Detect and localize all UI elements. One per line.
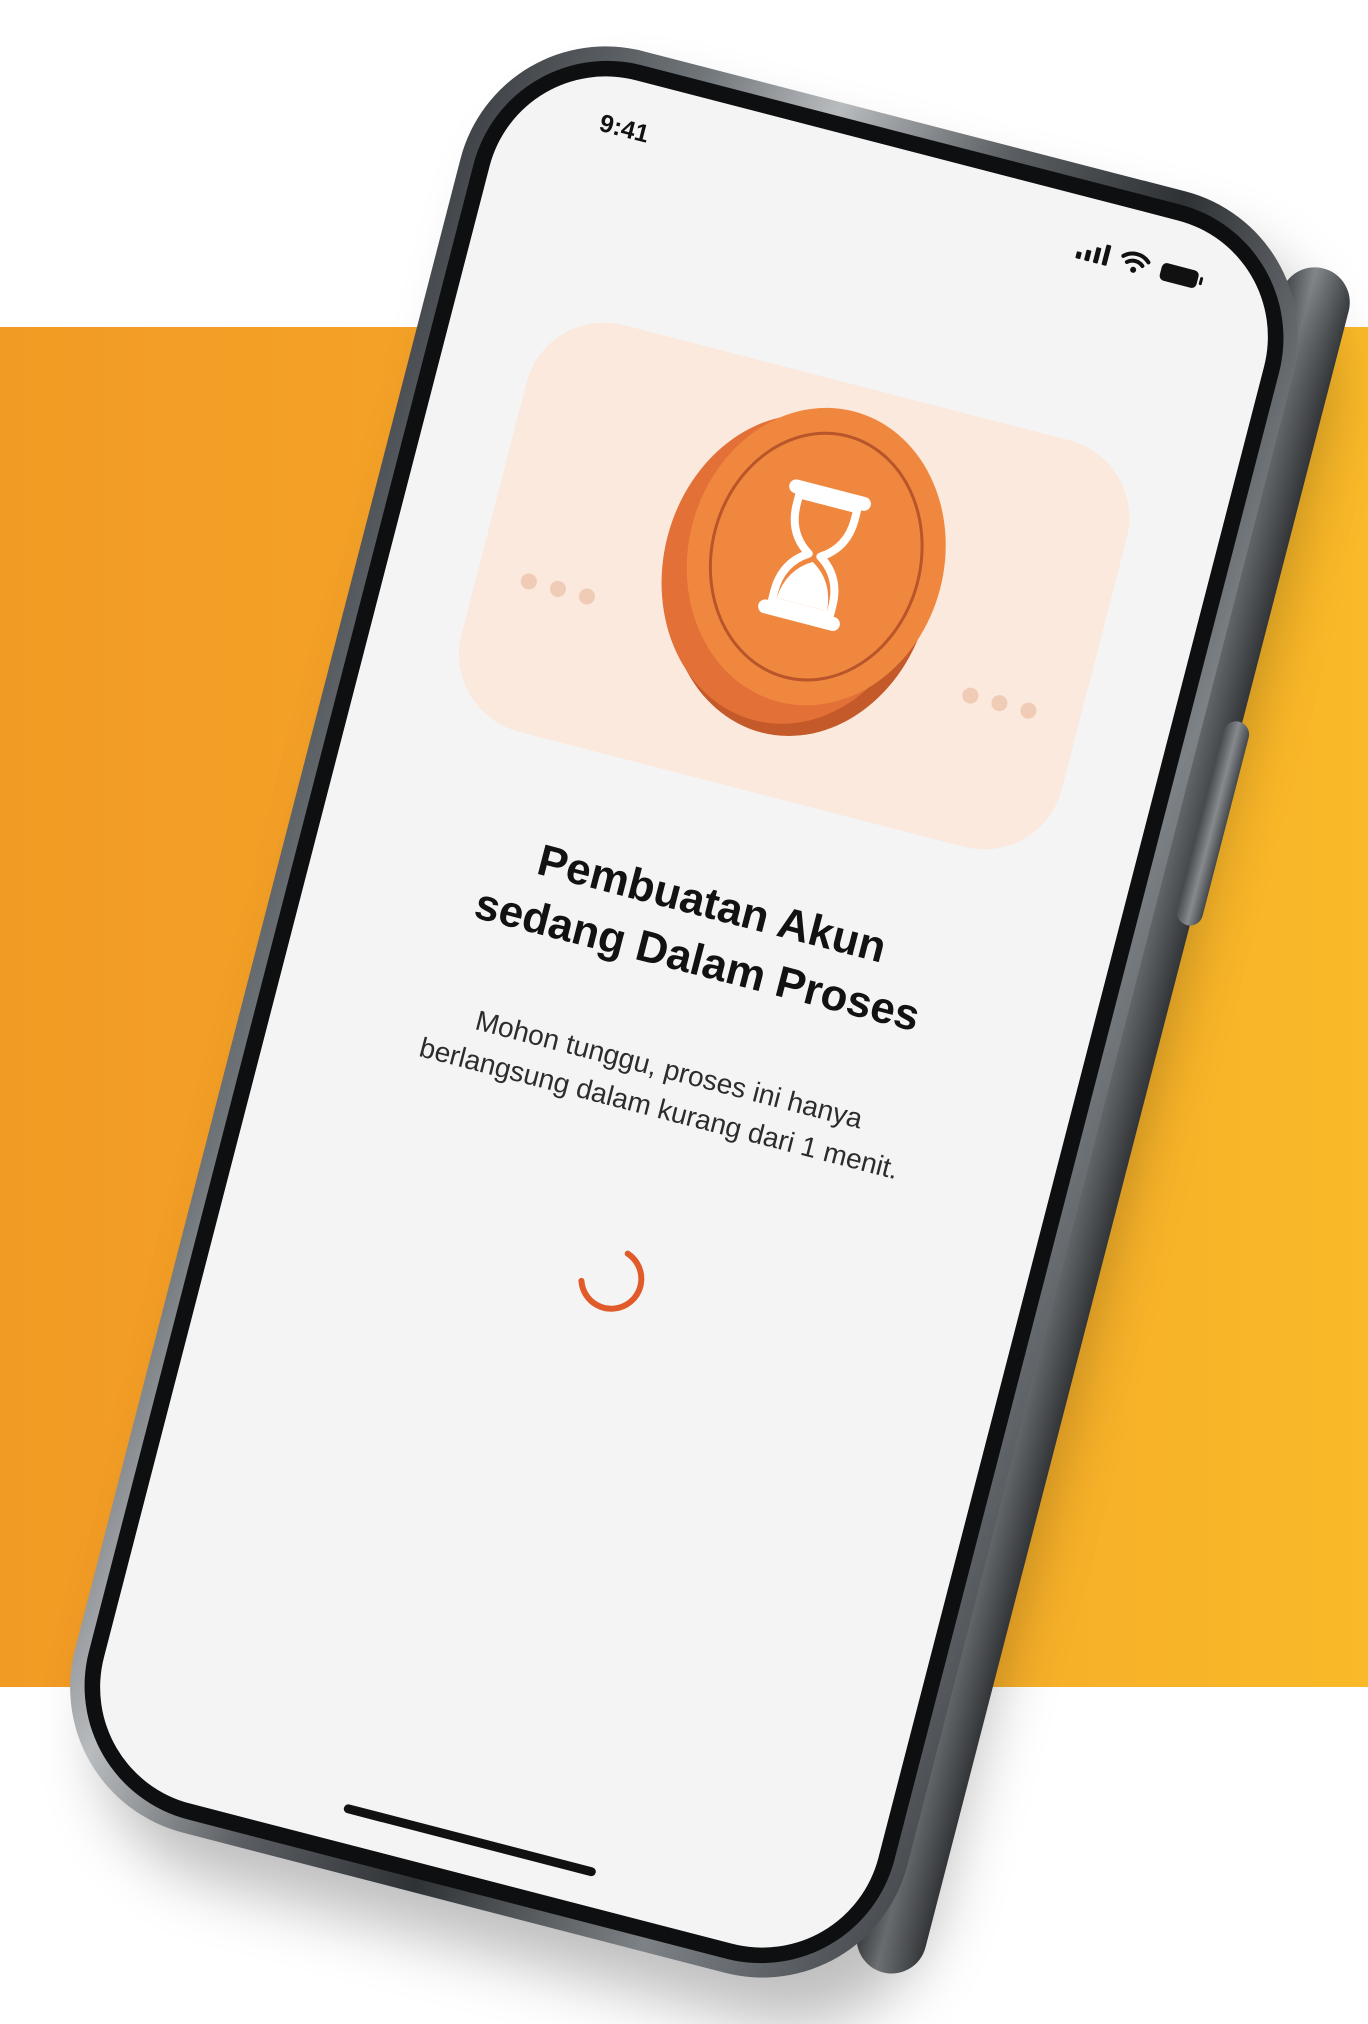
- loading-spinner-icon: [578, 1250, 645, 1312]
- phone: 9:41 Pembuatan Akun sedang Dalam Proses …: [37, 13, 1358, 2011]
- device-mockup: 9:41 Pembuatan Akun sedang Dalam Proses …: [0, 0, 1368, 2024]
- status-icons: [1075, 235, 1201, 289]
- battery-icon: [1158, 262, 1200, 289]
- cellular-signal-icon: [1075, 237, 1112, 266]
- wifi-icon: [1121, 251, 1151, 273]
- promo-stage: 9:41 Pembuatan Akun sedang Dalam Proses …: [0, 0, 1368, 2024]
- status-time: 9:41: [596, 109, 652, 149]
- illustration: [441, 305, 1147, 867]
